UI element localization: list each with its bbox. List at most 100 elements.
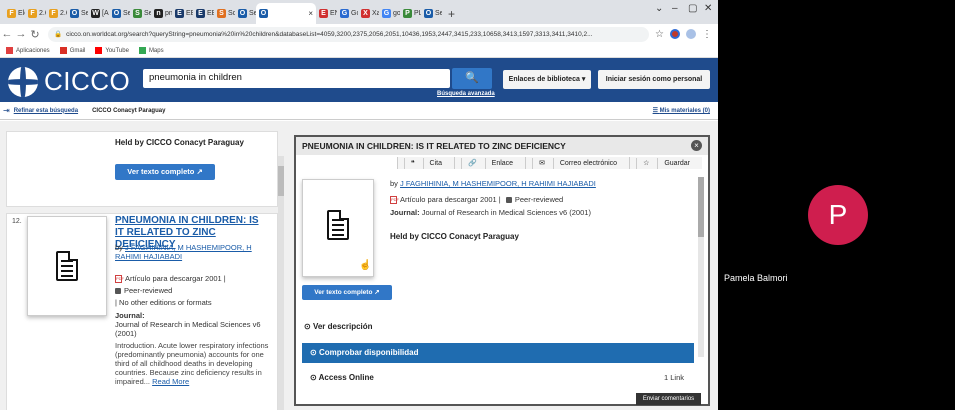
bookmark-label: YouTube — [105, 47, 129, 54]
journal-name: Journal of Research in Medical Sciences … — [115, 320, 261, 338]
tab-favicon-icon: O — [112, 9, 121, 18]
result-card[interactable]: 12. PNEUMONIA IN CHILDREN: IS IT RELATED… — [6, 213, 278, 410]
chevron-down-icon[interactable]: ⌄ — [655, 3, 663, 14]
peer-label: Peer-reviewed — [124, 286, 173, 295]
subnav-bar: ⇥ Refinar esta búsqueda CICCO Conacyt Pa… — [0, 102, 718, 120]
results-list: Held by CICCO Conacyt Paraguay Ver texto… — [6, 131, 284, 410]
browser-tab[interactable]: SSea — [130, 3, 151, 24]
close-tab-icon[interactable]: × — [308, 9, 313, 18]
staff-login-button[interactable]: Iniciar sesión como personal — [598, 70, 710, 89]
tab-favicon-icon: X — [361, 9, 370, 18]
browser-tab[interactable]: OSea — [235, 3, 256, 24]
new-tab-button[interactable]: + — [442, 7, 461, 24]
read-more-link[interactable]: Read More — [152, 377, 189, 386]
tab-favicon-icon: E — [175, 9, 184, 18]
results-scrollbar[interactable] — [278, 156, 284, 410]
bookmark-star-icon[interactable]: ☆ — [655, 29, 664, 40]
profile-avatar[interactable] — [686, 29, 696, 39]
list-icon: ☰ — [652, 108, 660, 114]
detail-full-text-button[interactable]: Ver texto completo ↗ — [302, 285, 392, 300]
search-button[interactable]: 🔍 — [452, 68, 492, 89]
close-window-icon[interactable]: ✕ — [704, 3, 712, 14]
detail-tool-button[interactable]: 🔗 Enlace — [453, 157, 526, 169]
extension-icon[interactable] — [670, 29, 680, 39]
bookmark-item[interactable]: Maps — [138, 47, 164, 54]
detail-authors-link[interactable]: J FAGHIHINIA, M HASHEMIPOOR, H RAHIMI HA… — [400, 179, 596, 188]
bookmark-item[interactable]: YouTube — [95, 47, 129, 54]
detail-tool-button[interactable]: ❝ Cita — [396, 157, 454, 169]
forward-arrow-icon[interactable]: → — [14, 28, 28, 40]
browser-tab[interactable]: OSea — [109, 3, 130, 24]
check-availability-label: Comprobar disponibilidad — [318, 348, 419, 357]
browser-tab[interactable]: EENI — [316, 3, 337, 24]
browser-tab[interactable]: FEle — [4, 3, 25, 24]
detail-tool-button[interactable]: ☆ Guardar — [629, 157, 702, 169]
detail-authors: by J FAGHIHINIA, M HASHEMIPOOR, H RAHIMI… — [390, 179, 596, 188]
my-materials-link[interactable]: ☰ Mis materiales (0) — [653, 107, 710, 114]
bookmark-icon — [59, 47, 67, 54]
close-icon[interactable]: × — [691, 140, 702, 151]
editions-label: | No other editions or formats — [115, 298, 212, 307]
back-arrow-icon[interactable]: ← — [0, 28, 14, 40]
browser-tab[interactable]: OSea — [421, 3, 442, 24]
browser-tab[interactable]: EEBS — [172, 3, 193, 24]
feedback-tooltip[interactable]: Enviar comentarios — [636, 393, 701, 405]
access-online-label: Access Online — [318, 373, 374, 382]
peer-line: Peer-reviewed — [115, 286, 172, 295]
view-full-text-button[interactable]: Ver texto completo ↗ — [115, 164, 215, 180]
browser-tab[interactable]: npne — [151, 3, 172, 24]
url-field[interactable]: 🔒 cicco.on.worldcat.org/search?queryStri… — [48, 26, 650, 42]
browser-tab[interactable]: F2.6 — [46, 3, 67, 24]
bookmark-label: Aplicaciones — [16, 47, 50, 54]
check-availability-bar[interactable]: ⊙ Comprobar disponibilidad — [302, 343, 694, 363]
advanced-search-link[interactable]: Búsqueda avanzada — [437, 91, 495, 97]
bookmark-icon — [95, 47, 103, 54]
minimize-icon[interactable]: – — [672, 3, 678, 14]
refine-search-link[interactable]: Refinar esta búsqueda — [14, 108, 78, 114]
browser-tab[interactable]: W[Ab — [88, 3, 109, 24]
bookmark-label: Gmail — [69, 47, 86, 54]
detail-tool-label: Guardar — [657, 158, 696, 169]
library-links-button[interactable]: Enlaces de biblioteca ▾ — [503, 70, 591, 89]
tab-label: Sci — [228, 10, 235, 17]
search-input[interactable]: pneumonia in children — [143, 69, 450, 88]
reload-icon[interactable]: ↻ — [28, 28, 42, 41]
maximize-icon[interactable]: ▢ — [688, 3, 697, 14]
browser-tab[interactable]: Ggoc — [379, 3, 400, 24]
browser-tab[interactable]: SSci — [214, 3, 235, 24]
tab-favicon-icon: n — [154, 9, 163, 18]
browser-tab[interactable]: F2.6 — [25, 3, 46, 24]
authors-link[interactable]: J FAGHIHINIA, M HASHEMIPOOR, H — [125, 243, 252, 252]
menu-dots-icon[interactable]: ⋮ — [702, 29, 712, 40]
external-link-icon: ↗ — [374, 289, 380, 296]
detail-tool-button[interactable]: ✉ Correo electrónico — [525, 157, 630, 169]
bookmark-item[interactable]: Aplicaciones — [6, 47, 50, 54]
detail-journal-name: Journal of Research in Medical Sciences … — [421, 208, 591, 217]
browser-tab[interactable]: OSea — [67, 3, 88, 24]
cicco-logo[interactable]: CICCO — [8, 66, 130, 97]
address-bar-row: ← → ↻ 🔒 cicco.on.worldcat.org/search?que… — [0, 24, 718, 44]
by-label: by — [115, 243, 123, 252]
browser-tab[interactable]: PPLC — [400, 3, 421, 24]
document-thumbnail[interactable] — [27, 216, 107, 316]
star-icon: ☆ — [636, 158, 658, 169]
detail-tool-label: Correo electrónico — [552, 158, 624, 169]
lock-icon: 🔒 — [54, 31, 63, 38]
abstract-snippet: Introduction. Acute lower respiratory in… — [115, 341, 275, 386]
browser-tab[interactable]: GGo — [337, 3, 358, 24]
browser-tab[interactable]: XXal — [358, 3, 379, 24]
bookmark-item[interactable]: Gmail — [59, 47, 86, 54]
authors-link-2[interactable]: RAHIMI HAJIABADI — [115, 252, 182, 261]
detail-scrollbar-thumb[interactable] — [698, 177, 704, 237]
detail-scrollbar[interactable] — [698, 177, 704, 357]
scrollbar-thumb[interactable] — [278, 166, 284, 196]
browser-tab[interactable]: EEBS — [193, 3, 214, 24]
browser-tab[interactable]: O × — [256, 3, 316, 24]
tab-favicon-icon: O — [238, 9, 247, 18]
access-online-toggle[interactable]: ⊙ Access Online — [310, 373, 374, 382]
detail-thumbnail[interactable]: ☝ — [302, 179, 374, 277]
participant-avatar: P — [808, 185, 868, 245]
chevron-right-icon: ⊙ — [304, 322, 313, 331]
view-description-toggle[interactable]: ⊙ Ver descripción — [304, 322, 373, 331]
journal-label: Journal: — [115, 311, 145, 320]
